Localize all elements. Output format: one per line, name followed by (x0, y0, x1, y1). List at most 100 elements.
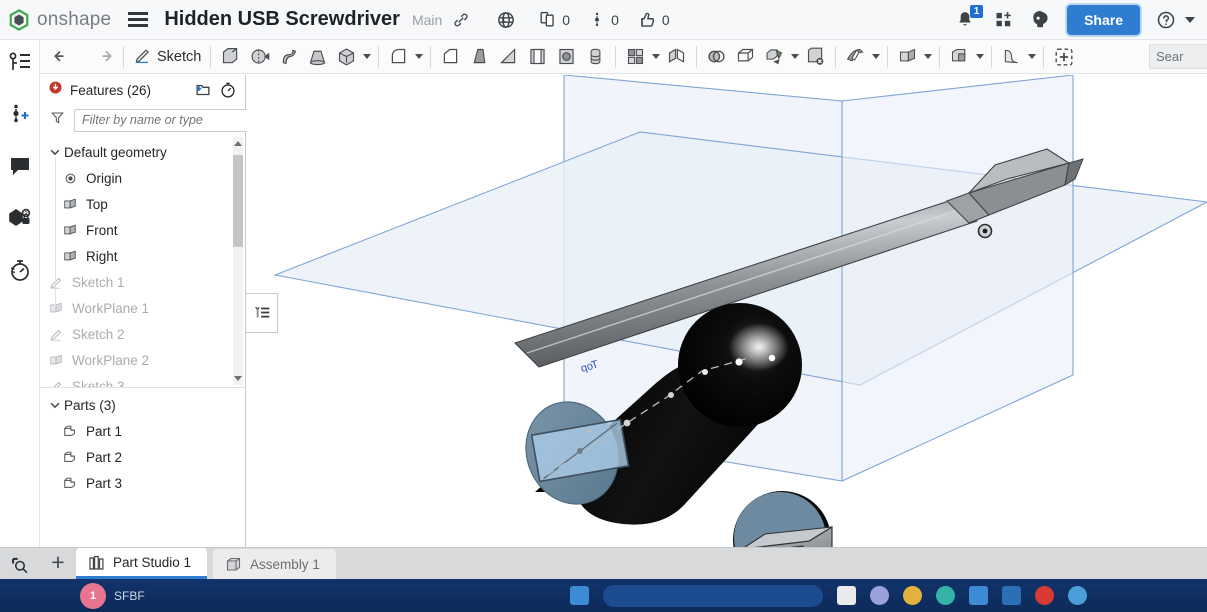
branch-add-icon[interactable] (7, 102, 33, 128)
chevron-down-icon[interactable] (1185, 16, 1195, 23)
taskbar-icon-5[interactable] (936, 586, 955, 605)
tree-group-default-geometry[interactable]: Default geometry (40, 139, 245, 165)
taskbar-icon-8[interactable] (1035, 586, 1054, 605)
tree-part-part-3[interactable]: Part 3 (40, 470, 245, 496)
rollback-timer-icon[interactable] (219, 81, 237, 99)
extrude-icon[interactable] (216, 41, 245, 73)
loft-icon[interactable] (303, 41, 332, 73)
feature-list-icon[interactable] (7, 50, 33, 76)
transform-icon[interactable] (760, 41, 789, 73)
tree-item-origin[interactable]: Origin (40, 165, 245, 191)
tree-item-front[interactable]: Front (40, 217, 245, 243)
chevron-down-icon[interactable] (1028, 54, 1037, 59)
linear-pattern-icon[interactable] (621, 41, 650, 73)
notification-bell-icon[interactable]: 1 (954, 4, 984, 31)
filter-input[interactable] (74, 108, 253, 132)
link-icon[interactable] (452, 11, 470, 29)
redo-arrow-icon[interactable] (90, 41, 118, 73)
chamfer-icon[interactable] (436, 41, 465, 73)
feature-list-scroll[interactable]: Default geometry Origin Top Front Right Sketc… (40, 135, 245, 388)
chevron-down-icon[interactable] (976, 54, 985, 59)
history-icon[interactable] (7, 258, 33, 284)
thumbs-up-icon[interactable] (637, 10, 657, 30)
taskbar-icon-1[interactable] (570, 586, 589, 605)
sketch-label: Sketch (157, 48, 202, 65)
feature-list-toggle-icon[interactable] (246, 293, 278, 333)
taskbar-icon-4[interactable] (903, 586, 922, 605)
chevron-down-icon[interactable] (791, 54, 800, 59)
chevron-down-icon[interactable] (48, 399, 62, 411)
copy-icon[interactable] (538, 10, 557, 29)
parts-permissions-icon[interactable]: ? (7, 206, 33, 232)
rib-icon[interactable] (494, 41, 523, 73)
tab-assembly-1[interactable]: Assembly 1 (213, 549, 336, 579)
help-question-icon[interactable] (1156, 10, 1176, 30)
tree-item-workplane-1[interactable]: WorkPlane 1 (40, 295, 245, 321)
taskbar-icon-2[interactable] (837, 586, 856, 605)
scroll-up-arrow-icon[interactable] (234, 141, 242, 146)
filter-funnel-icon[interactable] (50, 110, 65, 130)
taskbar-app-group[interactable]: 1 SFBF (80, 582, 145, 609)
learning-center-icon[interactable] (1030, 9, 1051, 30)
sheet-metal-icon[interactable] (841, 41, 870, 73)
chevron-down-icon[interactable] (363, 54, 372, 59)
cl-point (587, 428, 593, 434)
tree-item-sketch-3[interactable]: Sketch 3 (40, 373, 245, 387)
enclose-icon[interactable] (731, 41, 760, 73)
toolbar-divider (696, 45, 698, 68)
hamburger-icon[interactable] (128, 12, 149, 27)
mirror-icon[interactable] (662, 41, 691, 73)
parts-count-label: Parts (3) (64, 397, 116, 413)
parts-section-header[interactable]: Parts (3) (40, 392, 245, 418)
hole-icon[interactable] (552, 41, 581, 73)
tree-part-part-1[interactable]: Part 1 (40, 418, 245, 444)
apps-grid-add-icon[interactable] (994, 10, 1014, 30)
tree-part-part-2[interactable]: Part 2 (40, 444, 245, 470)
revolve-icon[interactable] (245, 41, 274, 73)
add-folder-icon[interactable] (194, 81, 212, 99)
taskbar-icon-7[interactable] (1002, 586, 1021, 605)
sketch-button[interactable]: Sketch (129, 41, 205, 73)
comments-icon[interactable] (7, 154, 33, 180)
shell-icon[interactable] (523, 41, 552, 73)
taskbar-search-pill[interactable] (603, 584, 823, 607)
share-button[interactable]: Share (1067, 4, 1140, 35)
tree-item-label: Sketch 2 (72, 326, 125, 342)
delete-part-icon[interactable] (801, 41, 830, 73)
assembly-feature-icon[interactable] (945, 41, 974, 73)
draft-icon[interactable] (465, 41, 494, 73)
search-input[interactable]: Sear (1149, 44, 1207, 69)
chevron-down-icon[interactable] (415, 54, 424, 59)
tree-item-sketch-1[interactable]: Sketch 1 (40, 269, 245, 295)
scrollbar-thumb[interactable] (233, 155, 243, 247)
chevron-down-icon[interactable] (652, 54, 661, 59)
undo-arrow-icon[interactable] (48, 41, 76, 73)
part-studio-icon (88, 554, 105, 571)
tree-item-sketch-2[interactable]: Sketch 2 (40, 321, 245, 347)
zoom-search-icon[interactable] (0, 555, 40, 579)
thread-icon[interactable] (581, 41, 610, 73)
taskbar-icon-9[interactable] (1068, 586, 1087, 605)
tree-item-workplane-2[interactable]: WorkPlane 2 (40, 347, 245, 373)
curve-icon[interactable] (997, 41, 1026, 73)
graphics-viewport[interactable]: Top (247, 75, 1207, 563)
tree-item-top[interactable]: Top (40, 191, 245, 217)
chevron-down-icon[interactable] (872, 54, 881, 59)
sweep-icon[interactable] (274, 41, 303, 73)
add-custom-feature-icon[interactable] (1049, 41, 1079, 73)
taskbar-icon-3[interactable] (870, 586, 889, 605)
onshape-logo-icon[interactable] (8, 8, 30, 31)
feature-tree-scrollbar[interactable] (233, 137, 243, 385)
fillet-icon[interactable] (384, 41, 413, 73)
versions-branch-icon[interactable] (588, 11, 606, 29)
thicken-icon[interactable] (332, 41, 361, 73)
chevron-down-icon[interactable] (924, 54, 933, 59)
plane-icon[interactable] (893, 41, 922, 73)
add-tab-button[interactable]: + (40, 547, 76, 579)
tree-item-right[interactable]: Right (40, 243, 245, 269)
taskbar-icon-6[interactable] (969, 586, 988, 605)
boolean-icon[interactable] (702, 41, 731, 73)
globe-icon[interactable] (496, 10, 516, 30)
tab-part-studio-1[interactable]: Part Studio 1 (76, 548, 208, 579)
scroll-down-arrow-icon[interactable] (234, 376, 242, 381)
